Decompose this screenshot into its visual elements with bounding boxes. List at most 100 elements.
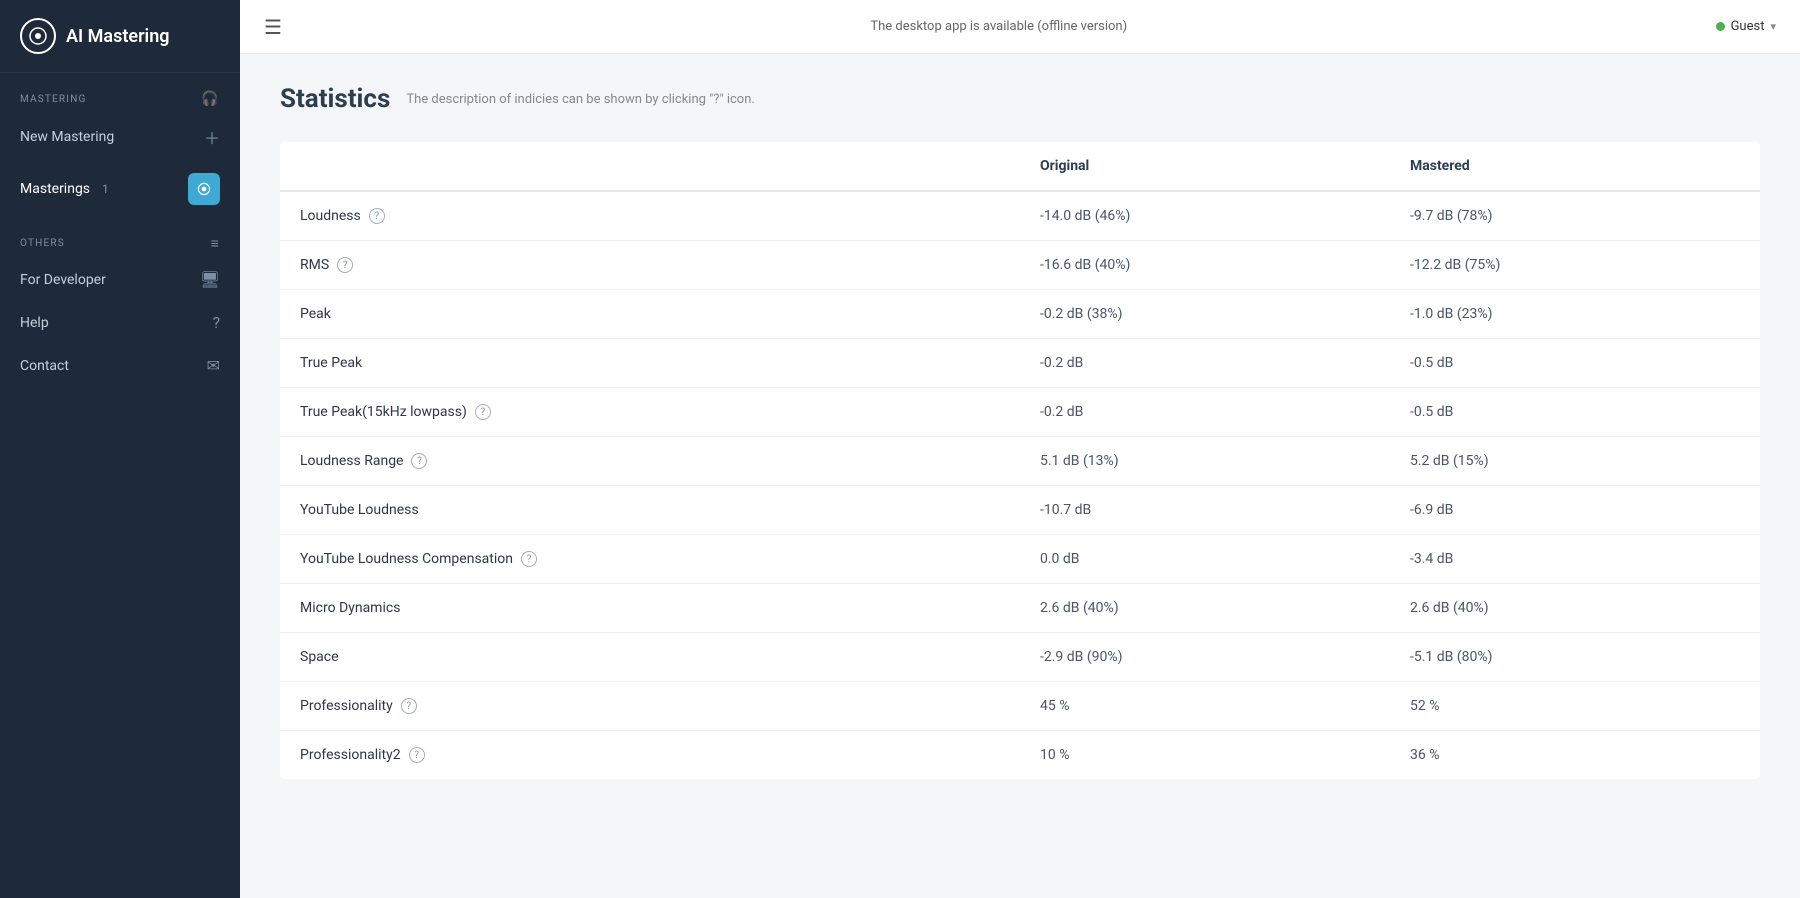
menu-icon[interactable]: ☰ (264, 15, 282, 39)
others-section-label: OTHERS ≡ (0, 217, 240, 258)
masterings-active-icon (188, 173, 220, 205)
stats-table-body: Loudness?-14.0 dB (46%)-9.7 dB (78%)RMS?… (280, 191, 1760, 779)
chevron-down-icon: ▾ (1770, 20, 1776, 33)
metric-cell: Micro Dynamics (280, 584, 1020, 633)
metric-label: Loudness (300, 208, 361, 224)
masterings-count: 1 (102, 182, 109, 196)
mail-icon: ✉ (207, 356, 220, 375)
metric-label: Professionality (300, 698, 393, 714)
mastered-value: 36 % (1390, 731, 1760, 780)
page-content: Statistics The description of indicies c… (240, 54, 1800, 898)
header-original: Original (1020, 142, 1390, 191)
help-icon[interactable]: ? (369, 208, 385, 224)
app-title: AI Mastering (66, 26, 170, 47)
sidebar-item-masterings[interactable]: Masterings 1 (0, 161, 240, 217)
original-value: 0.0 dB (1020, 535, 1390, 584)
table-row: Loudness?-14.0 dB (46%)-9.7 dB (78%) (280, 191, 1760, 241)
original-value: -0.2 dB (1020, 388, 1390, 437)
metric-label: Loudness Range (300, 453, 403, 469)
metric-label: Professionality2 (300, 747, 401, 763)
metric-cell: Professionality2? (280, 731, 1020, 780)
help-icon[interactable]: ? (521, 551, 537, 567)
mastered-value: 52 % (1390, 682, 1760, 731)
monitor-icon: 🖥 (200, 270, 220, 289)
contact-label: Contact (20, 358, 69, 374)
page-title: Statistics (280, 84, 390, 114)
mastered-value: -0.5 dB (1390, 339, 1760, 388)
masterings-label: Masterings (20, 181, 90, 197)
app-logo-icon (20, 18, 56, 54)
metric-label: True Peak(15kHz lowpass) (300, 404, 467, 420)
user-label: Guest (1731, 19, 1765, 34)
table-row: Professionality?45 %52 % (280, 682, 1760, 731)
add-icon: ＋ (204, 125, 220, 149)
mastered-value: -9.7 dB (78%) (1390, 191, 1760, 241)
sidebar: AI Mastering MASTERING 🎧 New Mastering ＋… (0, 0, 240, 898)
original-value: -10.7 dB (1020, 486, 1390, 535)
sidebar-item-contact[interactable]: Contact ✉ (0, 344, 240, 387)
sidebar-item-new-mastering[interactable]: New Mastering ＋ (0, 113, 240, 161)
mastered-value: -5.1 dB (80%) (1390, 633, 1760, 682)
original-value: -16.6 dB (40%) (1020, 241, 1390, 290)
table-row: Peak-0.2 dB (38%)-1.0 dB (23%) (280, 290, 1760, 339)
statistics-table: Original Mastered Loudness?-14.0 dB (46%… (280, 142, 1760, 779)
metric-cell: Professionality? (280, 682, 1020, 731)
headphone-icon: 🎧 (201, 91, 220, 107)
help-icon[interactable]: ? (475, 404, 491, 420)
metric-cell: True Peak(15kHz lowpass)? (280, 388, 1020, 437)
sidebar-logo: AI Mastering (0, 0, 240, 73)
mastered-value: 5.2 dB (15%) (1390, 437, 1760, 486)
header-mastered: Mastered (1390, 142, 1760, 191)
sidebar-item-help[interactable]: Help ? (0, 301, 240, 344)
help-icon[interactable]: ? (337, 257, 353, 273)
mastered-value: 2.6 dB (40%) (1390, 584, 1760, 633)
others-icon: ≡ (211, 235, 220, 252)
original-value: -14.0 dB (46%) (1020, 191, 1390, 241)
original-value: 45 % (1020, 682, 1390, 731)
original-value: -2.9 dB (90%) (1020, 633, 1390, 682)
new-mastering-label: New Mastering (20, 129, 114, 145)
table-row: True Peak(15kHz lowpass)?-0.2 dB-0.5 dB (280, 388, 1760, 437)
original-value: 2.6 dB (40%) (1020, 584, 1390, 633)
table-row: Professionality2?10 %36 % (280, 731, 1760, 780)
help-label: Help (20, 315, 49, 331)
metric-cell: YouTube Loudness Compensation? (280, 535, 1020, 584)
question-icon: ? (212, 313, 220, 332)
metric-cell: YouTube Loudness (280, 486, 1020, 535)
topbar: ☰ The desktop app is available (offline … (240, 0, 1800, 54)
metric-cell: Loudness Range? (280, 437, 1020, 486)
metric-cell: True Peak (280, 339, 1020, 388)
page-subtitle: The description of indicies can be shown… (406, 92, 755, 107)
header-metric (280, 142, 1020, 191)
original-value: -0.2 dB (1020, 339, 1390, 388)
metric-label: Space (300, 649, 339, 665)
metric-cell: Loudness? (280, 191, 1020, 241)
page-header: Statistics The description of indicies c… (280, 84, 1760, 114)
help-icon[interactable]: ? (409, 747, 425, 763)
metric-cell: Space (280, 633, 1020, 682)
for-developer-label: For Developer (20, 272, 106, 288)
metric-label: YouTube Loudness (300, 502, 419, 518)
sidebar-item-for-developer[interactable]: For Developer 🖥 (0, 258, 240, 301)
help-icon[interactable]: ? (401, 698, 417, 714)
metric-label: RMS (300, 257, 329, 273)
table-row: YouTube Loudness -10.7 dB-6.9 dB (280, 486, 1760, 535)
user-menu[interactable]: Guest ▾ (1716, 19, 1776, 34)
table-row: True Peak -0.2 dB-0.5 dB (280, 339, 1760, 388)
table-row: RMS?-16.6 dB (40%)-12.2 dB (75%) (280, 241, 1760, 290)
mastered-value: -0.5 dB (1390, 388, 1760, 437)
table-header-row: Original Mastered (280, 142, 1760, 191)
metric-label: True Peak (300, 355, 362, 371)
mastering-section-label: MASTERING 🎧 (0, 73, 240, 113)
help-icon[interactable]: ? (411, 453, 427, 469)
original-value: 10 % (1020, 731, 1390, 780)
topbar-notice: The desktop app is available (offline ve… (870, 19, 1127, 34)
mastered-value: -1.0 dB (23%) (1390, 290, 1760, 339)
mastered-value: -6.9 dB (1390, 486, 1760, 535)
user-status-dot (1716, 22, 1725, 31)
metric-cell: Peak (280, 290, 1020, 339)
original-value: 5.1 dB (13%) (1020, 437, 1390, 486)
metric-label: Peak (300, 306, 331, 322)
table-row: Space -2.9 dB (90%)-5.1 dB (80%) (280, 633, 1760, 682)
metric-label: YouTube Loudness Compensation (300, 551, 513, 567)
